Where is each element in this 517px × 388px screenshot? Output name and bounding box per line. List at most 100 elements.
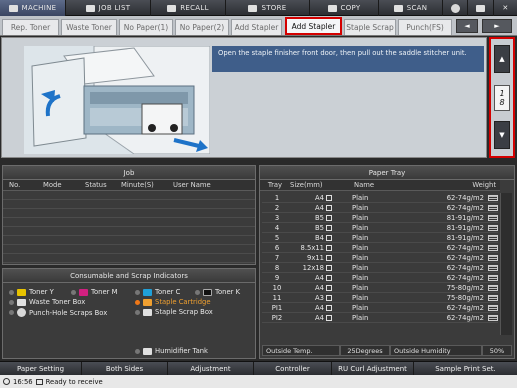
paper-orientation-icon [326,254,346,261]
job-row[interactable] [3,200,255,209]
indicator-label: Toner C [155,288,181,296]
tray-row[interactable]: 11 A3 Plain 75-80g/m2 [262,293,498,303]
machine-screen: MACHINE JOB LIST RECALL STORE COPY SCAN … [0,0,517,388]
paper-tray-panel: Paper Tray Tray Size(mm) Name Weight 1 A4… [259,165,515,359]
tray-row[interactable]: PI2 A4 Plain 62-74g/m2 [262,313,498,323]
tray-row[interactable]: 5 B4 Plain 81-91g/m2 [262,233,498,243]
tray-paper-name: Plain [352,253,369,262]
recall-button[interactable]: RECALL [151,0,226,16]
tray-paper-name: Plain [352,223,369,232]
tray-row[interactable]: 8 12x18 Plain 62-74g/m2 [262,263,498,273]
outside-temp-label: Outside Temp. [262,345,340,356]
page-down-button[interactable]: ▼ [494,121,510,149]
both-sides-button[interactable]: Both Sides [82,362,168,376]
network-button[interactable] [468,0,494,16]
job-list-label: JOB LIST [98,4,131,12]
close-icon: ✕ [502,4,509,12]
tab-staple-scrap[interactable]: Staple Scrap [344,19,396,35]
tab-next-button[interactable]: ► [482,19,512,33]
tab-punch-fs[interactable]: Punch(FS) [398,19,452,35]
indicator-dot [135,348,140,354]
copy-button[interactable]: COPY [310,0,379,16]
tray-size: 8.5x11 [300,243,324,252]
paper-level-icon [488,244,498,251]
tray-row[interactable]: 10 A4 Plain 75-80g/m2 [262,283,498,293]
tray-weight: 81-91g/m2 [446,233,484,242]
col-status: Status [85,181,107,189]
paper-orientation-icon [326,314,346,321]
tray-id: 6 [274,243,280,252]
tray-scrollbar[interactable] [500,193,512,335]
tray-row[interactable]: 9 A4 Plain 62-74g/m2 [262,273,498,283]
tray-size: B5 [315,213,324,222]
job-list[interactable] [3,191,255,263]
close-button[interactable]: ✕ [494,0,517,16]
paper-orientation-icon [326,224,346,231]
guidance-tab-bar: Rep. Toner Waste Toner No Paper(1) No Pa… [0,16,517,36]
outside-humidity-value: 50% [482,345,512,356]
tray-size: 12x18 [302,263,324,272]
tab-waste-toner[interactable]: Waste Toner [61,19,117,35]
job-list-button[interactable]: JOB LIST [66,0,151,16]
job-row[interactable] [3,245,255,254]
page-up-button[interactable]: ▲ [494,45,510,73]
tray-weight: 62-74g/m2 [446,303,484,312]
paper-orientation-icon [326,194,346,201]
tray-paper-name: Plain [352,273,369,282]
store-button[interactable]: STORE [226,0,310,16]
tray-row[interactable]: PI1 A4 Plain 62-74g/m2 [262,303,498,313]
total-pages: 8 [499,98,505,107]
tab-add-stapler[interactable]: Add Stapler [285,17,342,35]
status-text: Ready to receive [45,377,103,386]
tray-row[interactable]: 6 8.5x11 Plain 62-74g/m2 [262,243,498,253]
tab-no-paper-2[interactable]: No Paper(2) [175,19,229,35]
tray-paper-name: Plain [352,243,369,252]
tray-id: 3 [274,213,280,222]
guidance-panel: Open the staple finisher front door, the… [1,37,487,158]
col-no: No. [9,181,21,189]
button-label: Controller [275,365,310,373]
toner-m-indicator: Toner M [71,288,117,296]
job-row[interactable] [3,236,255,245]
guidance-message: Open the staple finisher front door, the… [212,46,484,72]
machine-button[interactable]: MACHINE [0,0,66,16]
job-row[interactable] [3,254,255,263]
tab-no-paper-1[interactable]: No Paper(1) [119,19,173,35]
tray-row[interactable]: 2 A4 Plain 62-74g/m2 [262,203,498,213]
tray-row[interactable]: 4 B5 Plain 81-91g/m2 [262,223,498,233]
consumables-title: Consumable and Scrap Indicators [3,269,255,283]
indicator-dot [195,289,200,295]
job-row[interactable] [3,191,255,200]
tray-id: 4 [274,223,280,232]
scan-button[interactable]: SCAN [379,0,443,16]
page-indicator: 1 8 [494,85,510,111]
paper-level-icon [488,304,498,311]
job-row[interactable] [3,209,255,218]
tab-add-stapler-inactive[interactable]: Add Stapler [231,19,282,35]
paper-orientation-icon [326,244,346,251]
tray-row[interactable]: 3 B5 Plain 81-91g/m2 [262,213,498,223]
indicator-dot [135,299,140,305]
tab-rep-toner[interactable]: Rep. Toner [2,19,59,35]
paper-setting-button[interactable]: Paper Setting [0,362,82,376]
scan-icon [393,4,403,12]
controller-button[interactable]: Controller [254,362,332,376]
job-row[interactable] [3,218,255,227]
tray-row[interactable]: 1 A4 Plain 62-74g/m2 [262,193,498,203]
paper-level-icon [488,204,498,211]
job-row[interactable] [3,227,255,236]
humidifier-tank-indicator: Humidifier Tank [135,347,208,355]
sample-print-set-button[interactable]: Sample Print Set. [414,362,517,376]
globe-button[interactable] [443,0,468,16]
tray-size: A4 [315,273,324,282]
tray-weight: 75-80g/m2 [446,293,484,302]
adjustment-button[interactable]: Adjustment [168,362,254,376]
ru-curl-adjustment-button[interactable]: RU Curl Adjustment [332,362,414,376]
tray-row[interactable]: 7 9x11 Plain 62-74g/m2 [262,253,498,263]
tab-prev-button[interactable]: ◄ [456,19,478,33]
tab-label: No Paper(2) [179,23,225,32]
store-label: STORE [261,4,287,12]
col-user-name: User Name [173,181,211,189]
paper-orientation-icon [326,214,346,221]
tray-paper-name: Plain [352,203,369,212]
